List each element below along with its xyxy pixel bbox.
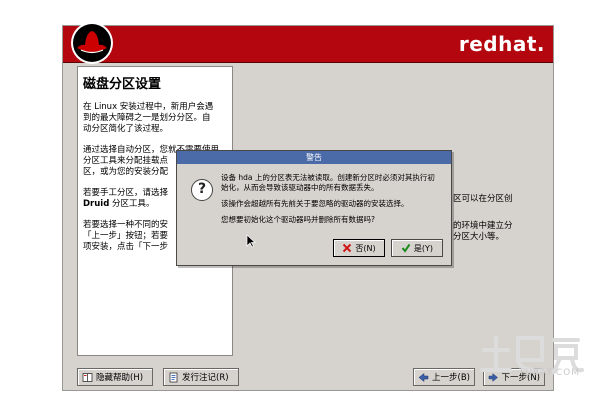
back-button[interactable]: 上一步(B) <box>413 368 475 386</box>
dialog-message-question: 您想要初始化这个驱动器吗并删除所有数据吗? <box>221 215 375 224</box>
red-x-icon <box>343 243 352 253</box>
dialog-title: 警告 <box>177 151 451 164</box>
help-book-icon <box>82 372 93 382</box>
hide-help-label: 隐藏帮助(H) <box>96 373 144 383</box>
dialog-message-override: 该操作会超越所有先前关于要忽略的驱动器的安装选择。 <box>221 199 409 208</box>
question-icon: ? <box>191 179 213 201</box>
back-label: 上一步(B) <box>432 373 470 383</box>
right-text-line1: 区可以在分区创 <box>453 194 513 204</box>
release-notes-button[interactable]: 发行注记(R) <box>163 368 239 386</box>
help-manual-prefix: 若要手工分区，请选择 <box>83 188 169 198</box>
no-label: 否(N) <box>355 243 376 253</box>
yes-button[interactable]: 是(Y) <box>391 239 443 257</box>
help-manual-suffix: 分区工具。 <box>109 199 155 209</box>
installer-screen: redhat. 磁盘分区设置 在 Linux 安装过程中，新用户会遇 到的最大障… <box>0 0 600 400</box>
redhat-banner: redhat. <box>63 22 553 64</box>
help-druid-label: Druid <box>83 199 110 209</box>
warning-dialog: 警告 ? 设备 hda 上的分区表无法被读取。创建新分区时必须对其执行初 始化，… <box>176 150 452 266</box>
mouse-pointer-icon <box>246 234 256 248</box>
dialog-message-main: 设备 hda 上的分区表无法被读取。创建新分区时必须对其执行初 始化，从而会导致… <box>221 173 435 192</box>
redhat-logo-icon <box>71 22 113 64</box>
no-button[interactable]: 否(N) <box>333 239 385 257</box>
yes-label: 是(Y) <box>413 243 434 253</box>
release-notes-label: 发行注记(R) <box>182 373 229 383</box>
help-paragraph-intro: 在 Linux 安装过程中，新用户会遇 到的最大障碍之一是划分分区。自 动分区简… <box>83 102 214 134</box>
help-title: 磁盘分区设置 <box>83 77 162 92</box>
left-arrow-icon <box>418 372 429 382</box>
watermark-text: TUBAT.COM <box>518 368 580 378</box>
green-check-icon <box>401 243 411 253</box>
right-text-line2: 的环境中建立分 分区大小等。 <box>453 221 513 242</box>
brand-name: redhat. <box>458 32 545 56</box>
notes-icon <box>169 372 178 382</box>
hide-help-button[interactable]: 隐藏帮助(H) <box>77 368 153 386</box>
